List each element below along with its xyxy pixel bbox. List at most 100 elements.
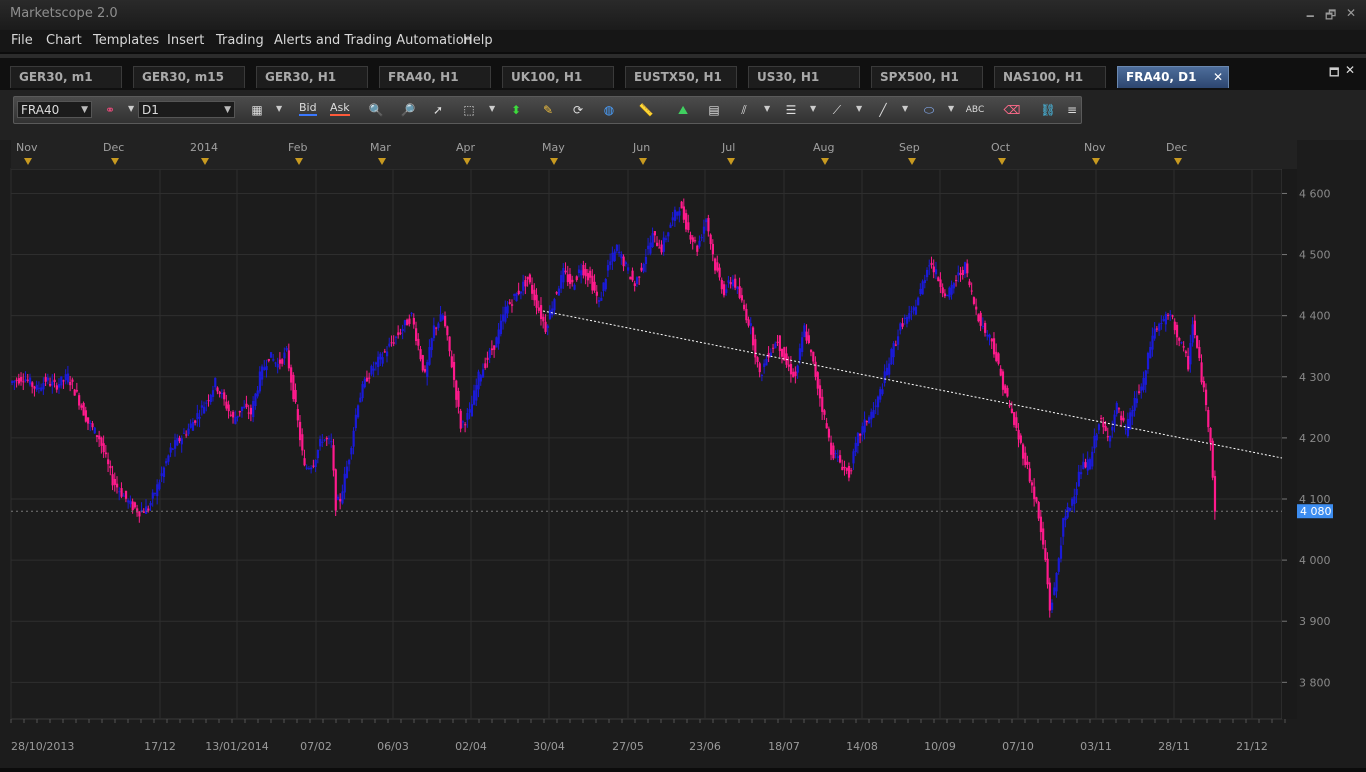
tab-fra40-h1[interactable]: FRA40, H1 bbox=[379, 66, 491, 88]
line-icon[interactable]: ╱ bbox=[873, 101, 893, 119]
chart-close-icon[interactable]: ✕ bbox=[1345, 63, 1355, 77]
candle-body bbox=[84, 410, 87, 422]
crosshair-icon[interactable]: ⬍ bbox=[506, 101, 526, 119]
candle-body bbox=[185, 434, 188, 436]
candle-body bbox=[905, 317, 909, 324]
menu-help[interactable]: Help bbox=[463, 33, 493, 48]
tab-us30-h1[interactable]: US30, H1 bbox=[748, 66, 860, 88]
candle-body bbox=[635, 277, 639, 284]
zoom-out-icon[interactable]: 🔎 bbox=[398, 101, 418, 119]
candle-body bbox=[711, 243, 715, 255]
candle-body bbox=[1200, 362, 1203, 383]
candle-body bbox=[1162, 319, 1165, 322]
candle-body bbox=[981, 325, 985, 327]
parallel-channel-icon[interactable]: ⫽ bbox=[734, 101, 754, 119]
candle-body bbox=[577, 269, 581, 273]
chart-maximize-icon[interactable]: 🗖 bbox=[1329, 64, 1339, 83]
zoom-in-icon[interactable]: 🔍 bbox=[366, 101, 386, 119]
candle-body bbox=[258, 371, 262, 392]
ruler-icon[interactable]: 📏 bbox=[636, 101, 656, 119]
tab-label: EUSTX50, H1 bbox=[634, 70, 722, 84]
tab-eustx50-h1[interactable]: EUSTX50, H1 bbox=[625, 66, 737, 88]
zoom-rect-icon[interactable]: ⬚ bbox=[459, 101, 479, 119]
candle-body bbox=[1207, 409, 1210, 428]
menu-templates[interactable]: Templates bbox=[93, 33, 159, 48]
candle-body bbox=[941, 287, 944, 294]
tab-ger30-m15[interactable]: GER30, m15 bbox=[133, 66, 245, 88]
candle-body bbox=[664, 238, 668, 240]
candle-body bbox=[631, 270, 634, 281]
candle-body bbox=[1077, 471, 1080, 487]
indicator-icon[interactable]: ⛰ bbox=[673, 101, 693, 119]
ellipse-icon[interactable]: ⬭ bbox=[919, 101, 939, 119]
candle-body bbox=[580, 270, 583, 276]
note-icon[interactable]: ✎ bbox=[538, 101, 558, 119]
candle-body bbox=[1044, 548, 1047, 560]
chevron-down-icon[interactable]: ▼ bbox=[810, 104, 816, 113]
candle-body bbox=[591, 275, 594, 291]
candle-body bbox=[696, 245, 699, 252]
candle-body bbox=[865, 421, 868, 423]
candle-body bbox=[830, 442, 833, 455]
chevron-down-icon[interactable]: ▼ bbox=[856, 104, 862, 113]
cursor-icon[interactable]: ➚ bbox=[428, 101, 448, 119]
sync-icon[interactable]: ⟳ bbox=[568, 101, 588, 119]
candle-body bbox=[261, 366, 264, 380]
candle-body bbox=[1084, 462, 1087, 468]
candle-body bbox=[435, 327, 438, 329]
restore-button[interactable]: 🗗 bbox=[1325, 6, 1336, 27]
chart-type-icon[interactable]: ▦ bbox=[247, 101, 267, 119]
timeframe-select[interactable]: D1 ▼ bbox=[138, 101, 235, 118]
tab-uk100-h1[interactable]: UK100, H1 bbox=[502, 66, 614, 88]
chevron-down-icon[interactable]: ▼ bbox=[128, 104, 134, 113]
chevron-down-icon[interactable]: ▼ bbox=[489, 104, 495, 113]
menu-file[interactable]: File bbox=[11, 33, 33, 48]
candle-body bbox=[682, 206, 685, 220]
globe-icon[interactable]: ◍ bbox=[599, 101, 619, 119]
tab-label: NAS100, H1 bbox=[1003, 70, 1084, 84]
more-icon[interactable]: ≡ bbox=[1062, 101, 1082, 119]
tab-spx500-h1[interactable]: SPX500, H1 bbox=[871, 66, 983, 88]
price-chart[interactable]: 4 600 4 500 4 400 4 300 4 200 4 100 4 000 3 900… bbox=[0, 140, 1366, 768]
eraser-icon[interactable]: ⌫ bbox=[1002, 101, 1022, 119]
candle-body bbox=[847, 466, 851, 478]
candle-body bbox=[339, 498, 342, 502]
candle-body bbox=[198, 417, 201, 419]
candle-body bbox=[1135, 398, 1138, 404]
chevron-down-icon[interactable]: ▼ bbox=[276, 104, 282, 113]
chevron-down-icon[interactable]: ▼ bbox=[764, 104, 770, 113]
candle-body bbox=[952, 283, 956, 289]
candle-body bbox=[662, 237, 665, 252]
fan-icon[interactable]: ⟋ bbox=[827, 101, 847, 119]
candle-body bbox=[321, 441, 324, 443]
candle-body bbox=[285, 348, 288, 351]
ask-button[interactable]: Ask bbox=[330, 101, 350, 116]
candle-body bbox=[609, 261, 612, 266]
candle-body bbox=[22, 381, 25, 383]
symbol-select[interactable]: FRA40 ▼ bbox=[17, 101, 92, 118]
tab-nas100-h1[interactable]: NAS100, H1 bbox=[994, 66, 1106, 88]
close-button[interactable]: ✕ bbox=[1346, 6, 1356, 20]
network-icon[interactable]: ⛓ bbox=[1038, 101, 1058, 119]
candle-body bbox=[325, 437, 328, 440]
text-icon[interactable]: ABC bbox=[965, 101, 985, 119]
tab-fra40-d1[interactable]: FRA40, D1 ✕ bbox=[1117, 66, 1229, 88]
bid-button[interactable]: Bid bbox=[299, 101, 317, 116]
menu-insert[interactable]: Insert bbox=[167, 33, 204, 48]
chevron-down-icon[interactable]: ▼ bbox=[948, 104, 954, 113]
chevron-down-icon[interactable]: ▼ bbox=[902, 104, 908, 113]
menu-alerts[interactable]: Alerts and Trading Automation bbox=[274, 33, 472, 48]
levels-icon[interactable]: ☰ bbox=[781, 101, 801, 119]
y-tick-label: 3 800 bbox=[1299, 676, 1331, 689]
tab-ger30-h1[interactable]: GER30, H1 bbox=[256, 66, 368, 88]
candle-body bbox=[524, 280, 527, 287]
candle-body bbox=[740, 295, 744, 301]
menu-chart[interactable]: Chart bbox=[46, 33, 82, 48]
candle-body bbox=[1057, 558, 1060, 572]
menu-trading[interactable]: Trading bbox=[216, 33, 264, 48]
tab-close-icon[interactable]: ✕ bbox=[1213, 67, 1223, 88]
minimize-button[interactable]: 🗕 bbox=[1306, 6, 1315, 27]
link-chart-icon[interactable]: ⚭ bbox=[100, 101, 120, 119]
properties-icon[interactable]: ▤ bbox=[704, 101, 724, 119]
tab-ger30-m1[interactable]: GER30, m1 bbox=[10, 66, 122, 88]
